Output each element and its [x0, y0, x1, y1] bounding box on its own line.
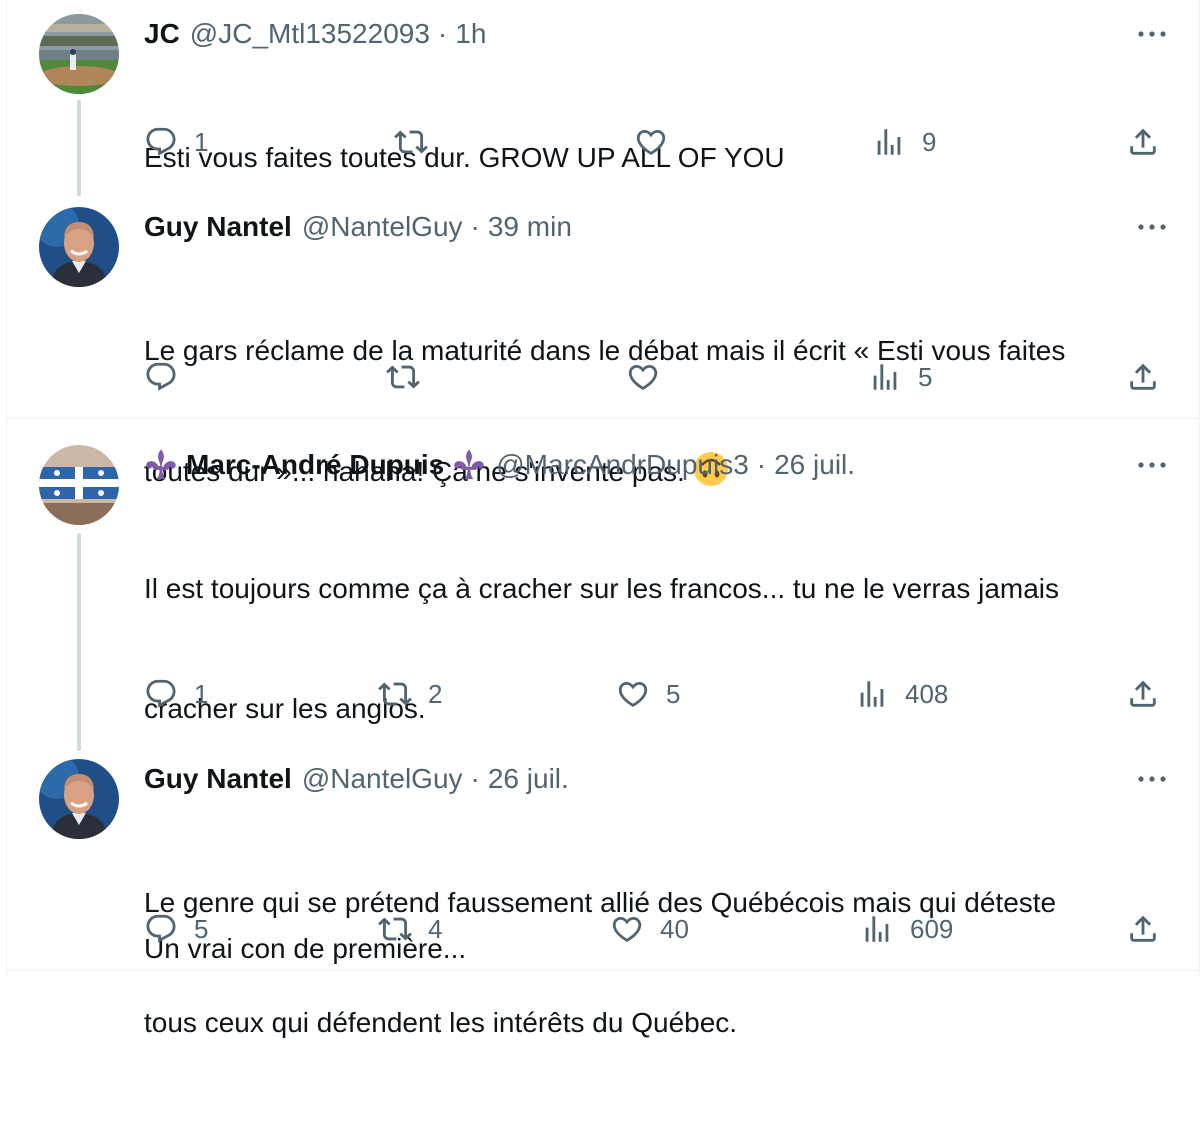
tweet-header: Marc-André Dupuis @MarcAndrDupuis3 · 26 …	[144, 445, 855, 485]
share-button[interactable]	[1126, 357, 1160, 397]
baseball-stadium-avatar[interactable]	[39, 14, 119, 94]
reply-button[interactable]: 1	[144, 674, 208, 714]
tweet-header: Guy Nantel @NantelGuy · 39 min	[144, 207, 572, 247]
retweet-button[interactable]: 4	[378, 909, 442, 949]
tweet-4[interactable]: Guy Nantel @NantelGuy · 26 juil. Le genr…	[0, 759, 1202, 1038]
retweet-button[interactable]	[386, 357, 436, 397]
heart-icon	[616, 677, 650, 711]
views-chart-icon	[868, 360, 902, 394]
reply-button[interactable]: 1	[144, 122, 208, 162]
fleur-de-lis-icon	[144, 448, 178, 482]
display-name[interactable]: Guy Nantel	[144, 211, 292, 243]
reply-button[interactable]: 5	[144, 909, 208, 949]
tweet-text-line: Il est toujours comme ça à cracher sur l…	[144, 573, 1060, 604]
quebec-flag-avatar[interactable]	[39, 445, 119, 525]
reply-count: 1	[194, 678, 209, 709]
tweet-actions: 5 4 40 609	[0, 909, 1202, 949]
user-handle[interactable]: @NantelGuy	[302, 211, 463, 243]
display-name[interactable]: JC	[144, 18, 180, 50]
reply-icon	[144, 677, 178, 711]
like-button[interactable]	[626, 357, 676, 397]
tweet-divider	[6, 418, 1200, 419]
tweet-2[interactable]: Guy Nantel @NantelGuy · 39 min Le gars r…	[0, 207, 1202, 487]
views-count: 9	[922, 126, 937, 157]
heart-icon	[610, 912, 644, 946]
views-chart-icon	[860, 912, 894, 946]
timestamp[interactable]: 1h	[455, 18, 486, 50]
tweet-divider	[6, 970, 1200, 971]
separator-dot: ·	[756, 449, 767, 480]
retweet-icon	[378, 677, 412, 711]
views-button[interactable]: 609	[860, 909, 953, 949]
reply-count: 1	[194, 126, 209, 157]
retweet-count: 4	[428, 913, 443, 944]
share-button[interactable]	[1126, 909, 1160, 949]
reply-button[interactable]	[144, 357, 194, 397]
like-button[interactable]	[634, 122, 684, 162]
separator-dot: ·	[470, 763, 480, 794]
retweet-icon	[378, 912, 412, 946]
retweet-icon	[394, 125, 428, 159]
share-icon	[1126, 912, 1160, 946]
tweet-3[interactable]: Marc-André Dupuis @MarcAndrDupuis3 · 26 …	[0, 445, 1202, 964]
tweet-actions: 1 2 5 408	[0, 674, 1202, 714]
timestamp[interactable]: 26 juil.	[774, 449, 855, 481]
views-button[interactable]: 408	[855, 674, 948, 714]
heart-icon	[626, 360, 660, 394]
reply-count: 5	[194, 913, 209, 944]
views-chart-icon	[855, 677, 889, 711]
tweet-actions: 1 9	[0, 122, 1202, 162]
user-handle[interactable]: @NantelGuy	[302, 763, 463, 795]
more-options-icon[interactable]	[1136, 455, 1168, 475]
more-options-icon[interactable]	[1136, 217, 1168, 237]
more-options-icon[interactable]	[1136, 769, 1168, 789]
user-handle[interactable]: @MarcAndrDupuis3	[496, 449, 749, 481]
reply-icon	[144, 125, 178, 159]
fleur-de-lis-icon	[452, 448, 486, 482]
timestamp[interactable]: 39 min	[488, 211, 572, 243]
reply-icon	[144, 360, 178, 394]
share-icon	[1126, 360, 1160, 394]
like-count: 5	[666, 678, 681, 709]
views-count: 5	[918, 361, 933, 392]
views-chart-icon	[872, 125, 906, 159]
share-button[interactable]	[1126, 674, 1160, 714]
tweet-1[interactable]: JC @JC_Mtl13522093 · 1h Esti vous faites…	[0, 14, 1202, 196]
tweet-header: Guy Nantel @NantelGuy · 26 juil.	[144, 759, 569, 799]
heart-icon	[634, 125, 668, 159]
retweet-icon	[386, 360, 420, 394]
like-button[interactable]: 40	[610, 909, 689, 949]
tweet-header: JC @JC_Mtl13522093 · 1h	[144, 14, 486, 54]
share-icon	[1126, 677, 1160, 711]
retweet-button[interactable]: 2	[378, 674, 442, 714]
display-name[interactable]: Guy Nantel	[144, 763, 292, 795]
tweet-actions: 5	[0, 357, 1202, 397]
tweet-text-line: tous ceux qui défendent les intérêts du …	[144, 1007, 738, 1038]
user-handle[interactable]: @JC_Mtl13522093	[190, 18, 430, 50]
smiling-man-avatar[interactable]	[39, 759, 119, 839]
like-button[interactable]: 5	[616, 674, 680, 714]
smiling-man-avatar[interactable]	[39, 207, 119, 287]
separator-dot: ·	[470, 211, 480, 242]
tweet-text: Le genre qui se prétend faussement allié…	[144, 803, 1164, 1123]
display-name[interactable]: Marc-André Dupuis	[186, 449, 444, 481]
retweet-count: 2	[428, 678, 443, 709]
timestamp[interactable]: 26 juil.	[488, 763, 569, 795]
share-icon	[1126, 125, 1160, 159]
views-button[interactable]: 9	[872, 122, 936, 162]
retweet-button[interactable]	[394, 122, 444, 162]
reply-icon	[144, 912, 178, 946]
thread-connector	[77, 533, 81, 751]
separator-dot: ·	[437, 18, 448, 49]
like-count: 40	[660, 913, 689, 944]
more-options-icon[interactable]	[1136, 24, 1168, 44]
views-count: 408	[905, 678, 949, 709]
views-count: 609	[910, 913, 954, 944]
views-button[interactable]: 5	[868, 357, 932, 397]
share-button[interactable]	[1126, 122, 1160, 162]
